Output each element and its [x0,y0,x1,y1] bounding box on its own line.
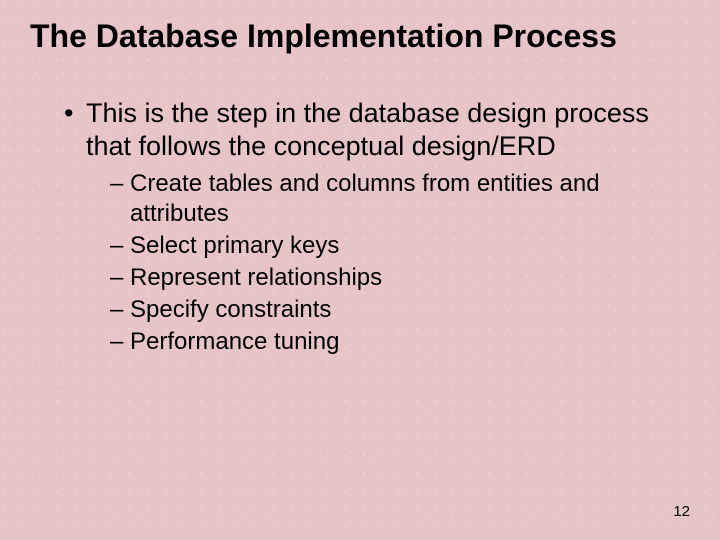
sub-bullet: Specify constraints [110,295,690,325]
sub-bullet-text: Select primary keys [130,232,339,259]
sub-bullet-text: Performance tuning [130,328,339,355]
bullet-list-level2: Create tables and columns from entities … [86,169,690,357]
bullet-list-level1: This is the step in the database design … [30,97,690,357]
sub-bullet: Performance tuning [110,327,690,357]
sub-bullet: Create tables and columns from entities … [110,169,690,229]
sub-bullet-text: Specify constraints [130,296,331,323]
slide: The Database Implementation Process This… [0,0,720,540]
bullet-main: This is the step in the database design … [64,97,690,357]
sub-bullet: Select primary keys [110,231,690,261]
bullet-main-text: This is the step in the database design … [86,98,649,161]
page-number: 12 [673,503,690,520]
slide-title: The Database Implementation Process [30,18,690,55]
sub-bullet: Represent relationships [110,263,690,293]
sub-bullet-text: Represent relationships [130,264,382,291]
sub-bullet-text: Create tables and columns from entities … [130,170,600,227]
